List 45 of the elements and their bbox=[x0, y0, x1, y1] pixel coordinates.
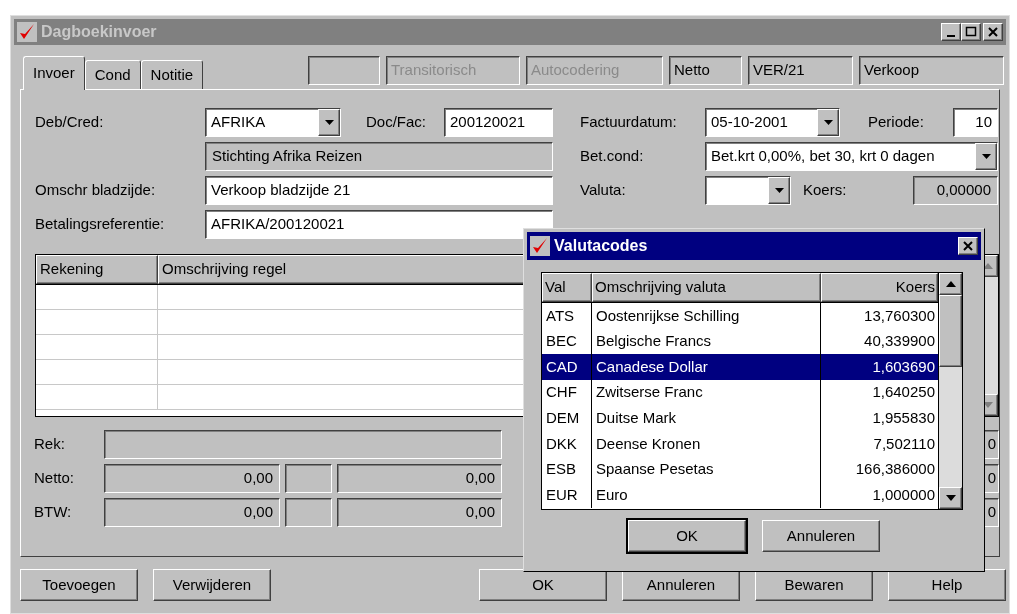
field-label: Deb/Cred: bbox=[35, 112, 105, 133]
table-cell-text: 7,502110 bbox=[872, 433, 936, 454]
field-label: Factuurdatum: bbox=[580, 112, 678, 133]
table-cell: Oostenrijkse Schilling bbox=[592, 303, 821, 329]
dialog-title: Valutacodes bbox=[554, 236, 649, 256]
readonly-field: 0,00000 bbox=[913, 176, 998, 205]
table-cell: Zwitserse Franc bbox=[592, 379, 821, 406]
table-cell: Euro bbox=[592, 482, 821, 508]
table-cell: CHF bbox=[542, 379, 592, 406]
readonly-field: 0,00 bbox=[104, 498, 280, 527]
table-cell: Deense Kronen bbox=[592, 430, 821, 457]
field-label: Rek: bbox=[34, 434, 66, 455]
table-cell-text: 1,955830 bbox=[871, 407, 936, 428]
field-label: Doc/Fac: bbox=[366, 112, 427, 133]
field-label: Netto: bbox=[34, 468, 76, 489]
table-cell: ESB bbox=[542, 456, 592, 483]
table-cell: CAD bbox=[542, 354, 592, 380]
table-cell-text: 1,640250 bbox=[871, 382, 936, 403]
readonly-field: 0,00 bbox=[337, 464, 502, 493]
field-label: Periode: bbox=[868, 112, 925, 133]
table-cell: Duitse Mark bbox=[592, 405, 821, 431]
table-cell: Spaanse Pesetas bbox=[592, 456, 821, 483]
table-cell-text: 13,760300 bbox=[863, 305, 936, 326]
readonly-field: 0,00 bbox=[337, 498, 502, 527]
field-label: Koers: bbox=[803, 180, 848, 201]
status-field: VER/21 bbox=[748, 56, 853, 85]
field-label: Bet.cond: bbox=[580, 146, 645, 167]
readonly-field: Stichting Afrika Reizen bbox=[205, 142, 553, 171]
table-cell: ATS bbox=[542, 303, 592, 329]
table-cell-text: 1,603690 bbox=[871, 356, 936, 377]
table-cell: Canadese Dollar bbox=[592, 354, 821, 380]
table-cell: EUR bbox=[542, 482, 592, 508]
table-cell: DEM bbox=[542, 405, 592, 431]
status-field: Verkoop bbox=[859, 56, 1004, 85]
field-label: Valuta: bbox=[580, 180, 627, 201]
field-label: Betalingsreferentie: bbox=[35, 214, 166, 235]
table-cell-text: 1,000000 bbox=[871, 484, 936, 505]
readonly-field: 0,00 bbox=[104, 464, 280, 493]
field-label: Omschr bladzijde: bbox=[35, 180, 157, 201]
field-label: BTW: bbox=[34, 502, 73, 523]
table-cell: DKK bbox=[542, 430, 592, 457]
status-field: Netto bbox=[669, 56, 742, 85]
table-cell-text: 166,386000 bbox=[854, 459, 936, 480]
window-title: Dagboekinvoer bbox=[41, 22, 158, 42]
table-cell-text: 40,339900 bbox=[863, 331, 936, 352]
